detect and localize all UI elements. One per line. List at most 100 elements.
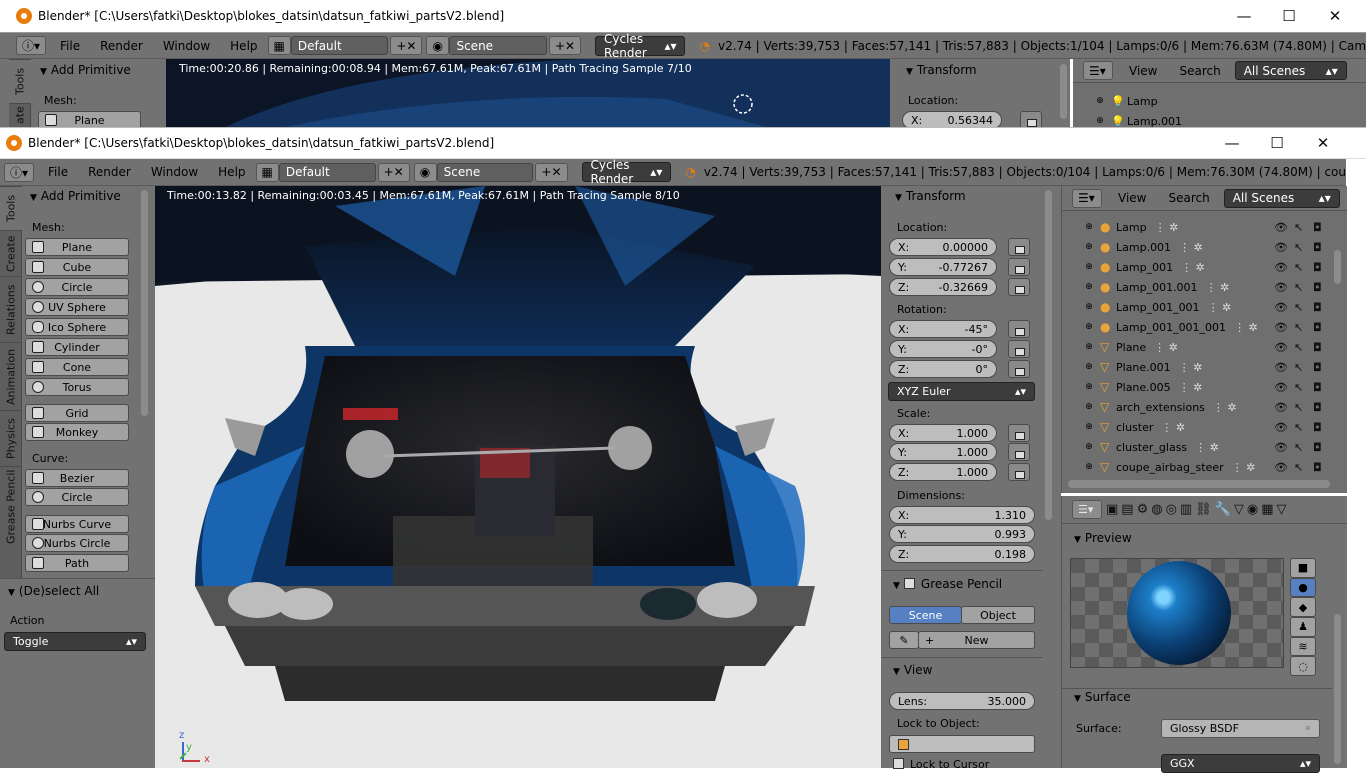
back-outliner-type-button[interactable]: ☰▾ (1083, 61, 1113, 80)
outliner-scenes-select[interactable]: All Scenes ▴▾ (1223, 188, 1340, 208)
back-close-button[interactable]: ✕ (1312, 0, 1358, 32)
preview-world-icon[interactable]: ◌ (1290, 656, 1316, 677)
preview-hair-icon[interactable]: ≋ (1290, 636, 1316, 657)
add-ico-sphere-button[interactable]: Ico Sphere (25, 318, 129, 336)
add-curve-circle-button[interactable]: Circle (25, 488, 129, 506)
render-camera-icon[interactable]: ◘ (1313, 281, 1322, 294)
scale-y-lock-icon[interactable] (1008, 443, 1030, 461)
selectable-arrow-icon[interactable]: ↖ (1294, 261, 1303, 274)
visibility-eye-icon[interactable]: 👁 (1274, 321, 1288, 334)
menu-file[interactable]: File (48, 165, 68, 179)
back-layout-field[interactable]: Default (290, 36, 389, 55)
visibility-eye-icon[interactable]: 👁 (1274, 341, 1288, 354)
visibility-eye-icon[interactable]: 👁 (1274, 261, 1288, 274)
render-camera-icon[interactable]: ◘ (1313, 441, 1322, 454)
scale-z-lock-icon[interactable] (1008, 463, 1030, 481)
visibility-eye-icon[interactable]: 👁 (1274, 421, 1288, 434)
tab-relations[interactable]: Relations (0, 276, 22, 342)
close-button[interactable]: ✕ (1300, 128, 1346, 158)
back-outliner-search-menu[interactable]: Search (1179, 64, 1220, 78)
add-nurbs-curve-button[interactable]: Nurbs Curve (25, 515, 129, 533)
tab-tools[interactable]: Tools (0, 186, 22, 230)
minimize-button[interactable]: — (1209, 128, 1255, 158)
outliner-row[interactable]: ⊕ ▽ cluster_glass ⋮ ✲ 👁 ↖ ◘ (1062, 437, 1332, 457)
scale-x-field[interactable]: X: 1.000 (889, 424, 997, 442)
surface-shader-select[interactable]: Glossy BSDF ◦ (1161, 719, 1320, 738)
scale-x-lock-icon[interactable] (1008, 424, 1030, 442)
menu-render[interactable]: Render (88, 165, 131, 179)
tab-animation[interactable]: Animation (0, 342, 22, 410)
render-camera-icon[interactable]: ◘ (1313, 221, 1322, 234)
menu-help[interactable]: Help (218, 165, 245, 179)
dimensions-x-field[interactable]: X: 1.310 (889, 506, 1035, 524)
render-camera-icon[interactable]: ◘ (1313, 341, 1322, 354)
outliner-row[interactable]: ⊕ ● Lamp_001 ⋮ ✲ 👁 ↖ ◘ (1062, 257, 1332, 277)
back-tab-tools[interactable]: Tools (9, 59, 31, 103)
outliner-scrollbar[interactable] (1334, 250, 1341, 284)
tab-grease-pencil[interactable]: Grease Pencil (0, 466, 22, 546)
back-minimize-button[interactable]: — (1221, 0, 1267, 32)
maximize-button[interactable]: ☐ (1254, 128, 1300, 158)
expand-icon[interactable]: ⊕ (1082, 322, 1096, 332)
outliner-type-button[interactable]: ☰▾ (1072, 188, 1102, 208)
rotation-y-lock-icon[interactable] (1008, 340, 1030, 358)
lock-cursor-checkbox[interactable]: Lock to Cursor (893, 758, 989, 771)
scene-add-remove[interactable]: +✕ (535, 162, 568, 182)
location-y-field[interactable]: Y: -0.77267 (889, 258, 997, 276)
selectable-arrow-icon[interactable]: ↖ (1294, 461, 1303, 474)
back-menu-help[interactable]: Help (230, 39, 257, 53)
rotation-mode-select[interactable]: XYZ Euler ▴▾ (888, 382, 1035, 401)
selectable-arrow-icon[interactable]: ↖ (1294, 221, 1303, 234)
gp-scene-button[interactable]: Scene (889, 606, 962, 624)
expand-icon[interactable]: ⊕ (1082, 402, 1096, 412)
selectable-arrow-icon[interactable]: ↖ (1294, 441, 1303, 454)
render-camera-icon[interactable]: ◘ (1313, 461, 1322, 474)
gp-object-button[interactable]: Object (961, 606, 1035, 624)
outliner-row[interactable]: ⊕ ▽ cluster ⋮ ✲ 👁 ↖ ◘ (1062, 417, 1332, 437)
visibility-eye-icon[interactable]: 👁 (1274, 281, 1288, 294)
back-menu-render[interactable]: Render (100, 39, 143, 53)
scene-icon[interactable]: ◉ (413, 162, 437, 182)
preview-monkey-icon[interactable]: ♟ (1290, 617, 1316, 637)
back-layout-add-remove[interactable]: +✕ (390, 36, 423, 55)
outliner-row[interactable]: ⊕ ▽ coupe_airbag_steer ⋮ ✲ 👁 ↖ ◘ (1062, 457, 1332, 477)
back-props-scrollbar[interactable] (1060, 64, 1067, 119)
expand-icon[interactable]: ⊕ (1082, 442, 1096, 452)
expand-icon[interactable]: ⊕ (1082, 282, 1096, 292)
scale-y-field[interactable]: Y: 1.000 (889, 443, 997, 461)
selectable-arrow-icon[interactable]: ↖ (1294, 421, 1303, 434)
visibility-eye-icon[interactable]: 👁 (1274, 241, 1288, 254)
outliner-row[interactable]: ⊕ ▽ Plane ⋮ ✲ 👁 ↖ ◘ (1062, 337, 1332, 357)
outliner-h-scrollbar[interactable] (1068, 480, 1330, 488)
preview-cube-icon[interactable]: ◆ (1290, 597, 1316, 618)
back-engine-select[interactable]: Cycles Render ▴▾ (595, 32, 686, 60)
outliner-row[interactable]: ⊕ ● Lamp.001 ⋮ ✲ 👁 ↖ ◘ (1062, 237, 1332, 257)
action-select[interactable]: Toggle ▴▾ (4, 632, 146, 651)
preview-flat-icon[interactable]: ■ (1290, 558, 1316, 578)
lock-object-field[interactable] (889, 735, 1035, 753)
expand-icon[interactable]: ⊕ (1082, 242, 1096, 252)
expand-icon[interactable]: ⊕ (1082, 222, 1096, 232)
back-tab-create[interactable]: ate (9, 103, 31, 127)
visibility-eye-icon[interactable]: 👁 (1274, 301, 1288, 314)
rotation-y-field[interactable]: Y: -0° (889, 340, 997, 358)
location-x-field[interactable]: X: 0.00000 (889, 238, 997, 256)
expand-icon[interactable]: ⊕ (1082, 302, 1096, 312)
view-title[interactable]: ▼ View (893, 663, 932, 677)
visibility-eye-icon[interactable]: 👁 (1274, 441, 1288, 454)
render-camera-icon[interactable]: ◘ (1313, 321, 1322, 334)
selectable-arrow-icon[interactable]: ↖ (1294, 281, 1303, 294)
render-camera-icon[interactable]: ◘ (1313, 261, 1322, 274)
add-grid-button[interactable]: Grid (25, 404, 129, 422)
add-uv-sphere-button[interactable]: UV Sphere (25, 298, 129, 316)
add-bezier-button[interactable]: Bezier (25, 469, 129, 487)
layout-add-remove[interactable]: +✕ (377, 162, 410, 182)
add-cylinder-button[interactable]: Cylinder (25, 338, 129, 356)
selectable-arrow-icon[interactable]: ↖ (1294, 401, 1303, 414)
add-cube-button[interactable]: Cube (25, 258, 129, 276)
back-outliner-view-menu[interactable]: View (1129, 64, 1157, 78)
back-scene-field[interactable]: Scene (449, 36, 547, 55)
selectable-arrow-icon[interactable]: ↖ (1294, 361, 1303, 374)
expand-icon[interactable]: ⊕ (1082, 262, 1096, 272)
dimensions-z-field[interactable]: Z: 0.198 (889, 545, 1035, 563)
